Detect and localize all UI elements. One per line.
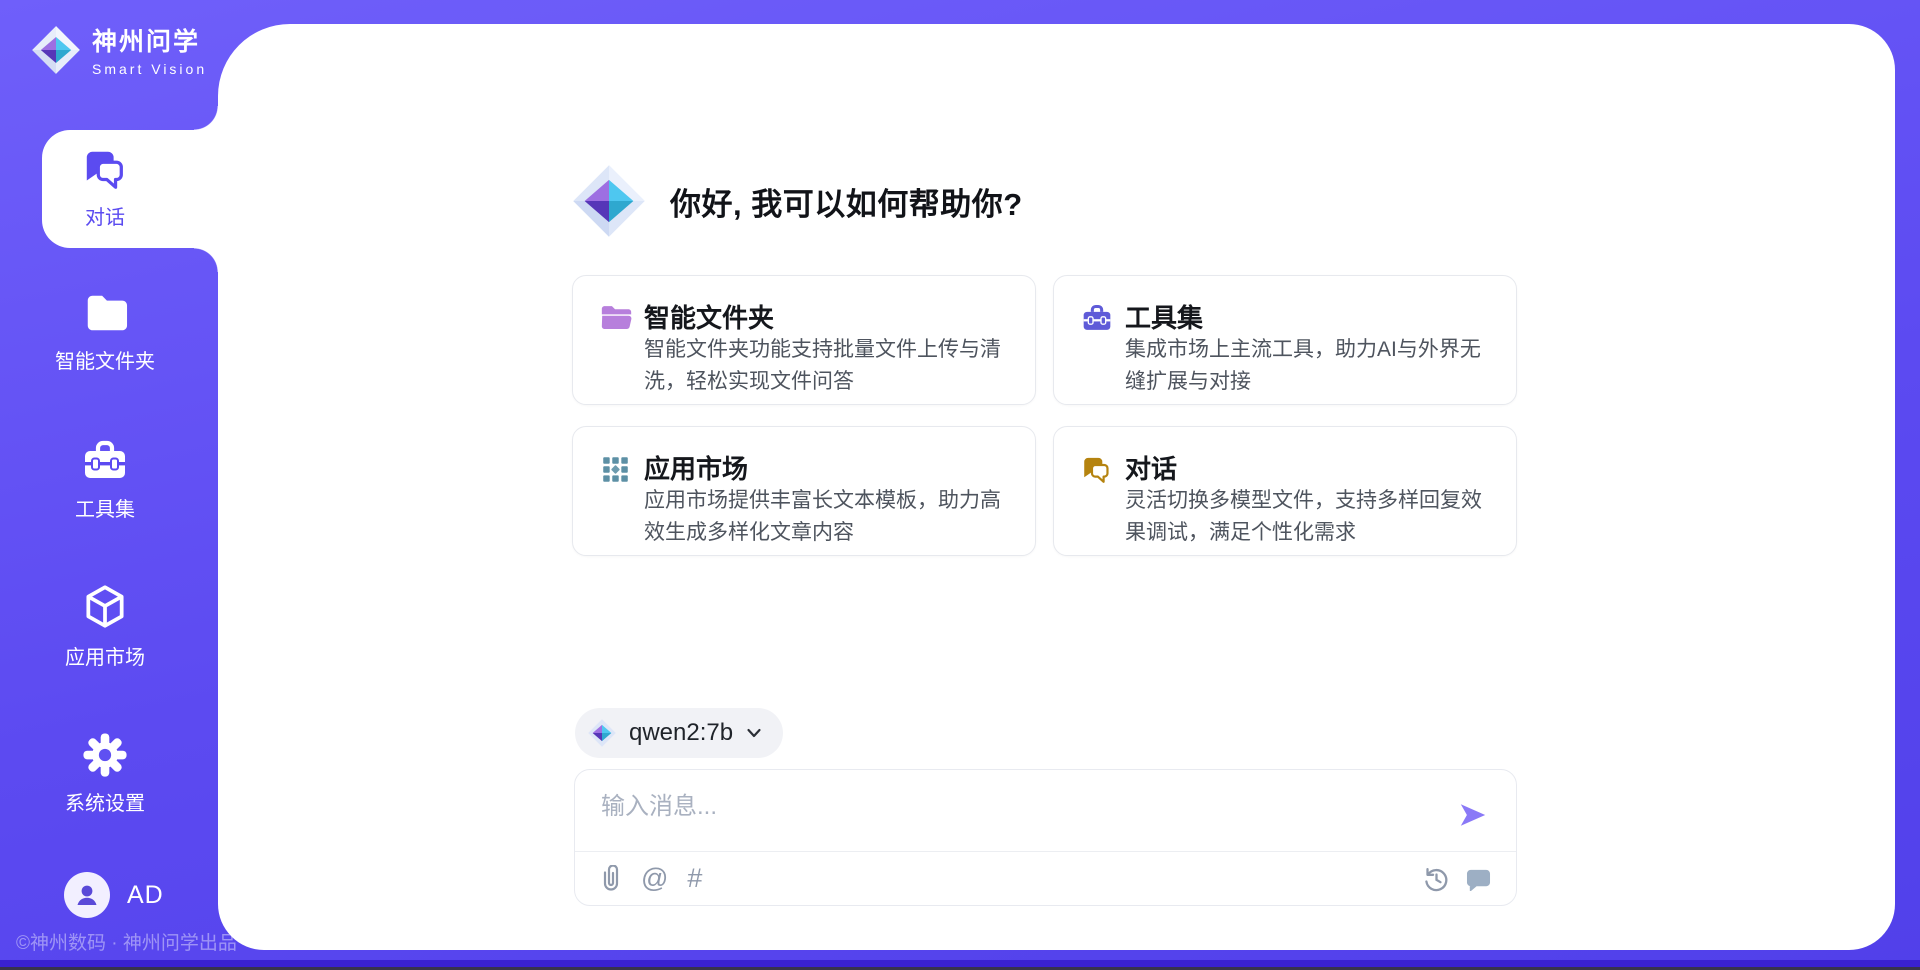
model-name: qwen2:7b [629,719,733,747]
greeting: 你好, 我可以如何帮助你? [570,162,1023,240]
gear-icon [82,732,128,778]
send-icon[interactable] [1456,800,1490,830]
sidebar-item-label: 应用市场 [65,641,145,670]
user-initials: AD [127,881,164,910]
chevron-down-icon [745,724,763,742]
sidebar-item-label: 工具集 [75,493,135,522]
folder-icon [82,292,128,336]
message-input[interactable] [601,786,1421,842]
feedback-bubble-icon[interactable] [1466,867,1491,891]
avatar [64,872,110,918]
card-app-market[interactable]: 应用市场 应用市场提供丰富长文本模板，助力高效生成多样化文章内容 [572,426,1036,556]
history-icon[interactable] [1423,866,1449,892]
composer-divider [575,851,1516,852]
card-description: 灵活切换多模型文件，支持多样回复效果调试，满足个性化需求 [1125,485,1496,549]
card-title: 应用市场 [644,449,748,486]
sidebar-item-smart-folder[interactable]: 智能文件夹 [0,292,210,374]
sidebar-item-chat[interactable]: 对话 [0,146,210,230]
folder-open-icon [600,303,633,333]
brand-name-cn: 神州问学 [92,22,207,58]
toolbox-icon [81,438,129,484]
brand-name-en: Smart Vision [92,61,207,77]
card-description: 集成市场上主流工具，助力AI与外界无缝扩展与对接 [1125,334,1496,398]
chat-icon [1081,454,1112,485]
diamond-logo-icon [30,24,82,76]
user-account[interactable]: AD [64,872,164,918]
grid-icon [600,454,631,485]
model-selector[interactable]: qwen2:7b [575,708,783,758]
hashtag-icon[interactable]: # [687,865,702,892]
app-window: 神州问学 Smart Vision 对话 智能文件夹 工具集 [0,0,1920,970]
card-toolset[interactable]: 工具集 集成市场上主流工具，助力AI与外界无缝扩展与对接 [1053,275,1517,405]
cube-icon [80,582,130,632]
greeting-text: 你好, 我可以如何帮助你? [670,179,1023,224]
diamond-logo-icon [587,718,617,748]
diamond-logo-icon [570,162,648,240]
mention-icon[interactable]: @ [641,865,668,892]
person-icon [73,881,101,909]
sidebar-item-app-market[interactable]: 应用市场 [0,582,210,670]
sidebar-item-settings[interactable]: 系统设置 [0,732,210,816]
main-content: 你好, 我可以如何帮助你? 智能文件夹 智能文件夹功能支持批量文件上传与清洗，轻… [218,24,1895,950]
bottom-strip [0,960,1920,967]
chat-icon [82,146,128,192]
card-description: 应用市场提供丰富长文本模板，助力高效生成多样化文章内容 [644,485,1015,549]
copyright-text: ©神州数码 · 神州问学出品 [16,928,237,955]
sidebar-item-label: 对话 [85,201,125,230]
sidebar-item-toolset[interactable]: 工具集 [0,438,210,522]
sidebar-item-label: 智能文件夹 [55,345,155,374]
attachment-icon[interactable] [600,865,622,892]
card-chat[interactable]: 对话 灵活切换多模型文件，支持多样回复效果调试，满足个性化需求 [1053,426,1517,556]
card-title: 对话 [1125,449,1177,486]
card-smart-folder[interactable]: 智能文件夹 智能文件夹功能支持批量文件上传与清洗，轻松实现文件问答 [572,275,1036,405]
card-title: 工具集 [1125,298,1203,335]
brand-logo: 神州问学 Smart Vision [30,22,207,77]
card-description: 智能文件夹功能支持批量文件上传与清洗，轻松实现文件问答 [644,334,1015,398]
sidebar-item-label: 系统设置 [65,787,145,816]
message-composer: @ # [574,769,1517,906]
card-title: 智能文件夹 [644,298,774,335]
toolbox-icon [1081,303,1113,334]
